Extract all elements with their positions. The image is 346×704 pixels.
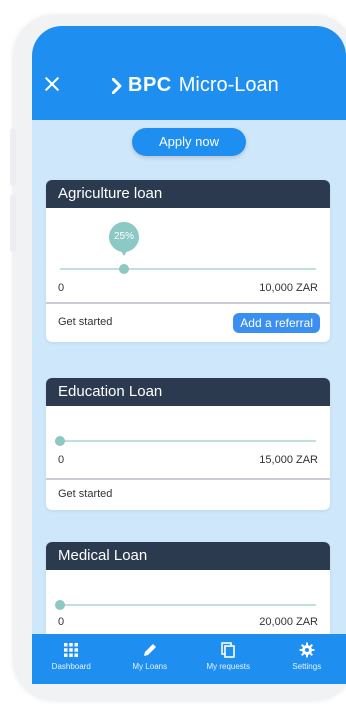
nav-item-my-loans[interactable]: My Loans — [111, 634, 190, 684]
loan-card-agriculture: Agriculture loan 25% 0 10,000 ZAR Get st… — [46, 180, 330, 342]
app-title: Micro-Loan — [178, 74, 279, 96]
phone-side-button — [10, 128, 16, 186]
copy-icon — [221, 642, 236, 658]
slider-thumb[interactable] — [55, 436, 65, 446]
slider-value-bubble: 25% — [109, 222, 139, 256]
slider-min-label: 0 — [58, 454, 65, 466]
slider-max-label: 15,000 ZAR — [259, 454, 318, 466]
loan-slider[interactable]: 25% — [46, 208, 330, 280]
slider-min-label: 0 — [58, 616, 65, 628]
nav-label: Settings — [292, 662, 322, 671]
add-referral-button[interactable]: Add a referral — [233, 313, 320, 333]
brand-name: BPC — [128, 74, 172, 96]
slider-track[interactable] — [60, 604, 316, 606]
nav-item-settings[interactable]: Settings — [268, 634, 346, 684]
loan-card-footer: Get started Add a referral — [46, 304, 330, 342]
loan-card-medical: Medical Loan 0 20,000 ZAR — [46, 542, 330, 640]
chevron-right-icon — [112, 77, 122, 94]
close-icon[interactable] — [42, 74, 62, 94]
loan-card-footer: Get started — [46, 480, 330, 510]
loan-card-title: Education Loan — [46, 378, 330, 406]
app-header: BPC Micro-Loan — [32, 26, 346, 120]
gear-icon — [299, 642, 315, 658]
loan-card-title: Medical Loan — [46, 542, 330, 570]
get-started-link[interactable]: Get started — [58, 316, 112, 328]
brand-logo: BPC Micro-Loan — [112, 74, 279, 97]
slider-range: 0 10,000 ZAR — [46, 280, 330, 302]
app-screen: BPC Micro-Loan Apply now Agriculture loa… — [32, 26, 346, 684]
nav-label: Dashboard — [51, 662, 91, 671]
slider-range: 0 15,000 ZAR — [46, 446, 330, 478]
pencil-icon — [143, 644, 156, 656]
grid-icon — [64, 643, 79, 657]
loan-card-education: Education Loan 0 15,000 ZAR Get started — [46, 378, 330, 510]
loan-slider[interactable] — [46, 570, 330, 610]
nav-label: My requests — [206, 662, 251, 671]
slider-max-label: 20,000 ZAR — [259, 616, 318, 628]
slider-min-label: 0 — [58, 282, 65, 294]
slider-max-label: 10,000 ZAR — [259, 282, 318, 294]
slider-track[interactable] — [60, 440, 316, 442]
loan-card-title: Agriculture loan — [46, 180, 330, 208]
nav-item-my-requests[interactable]: My requests — [189, 634, 268, 684]
loan-slider[interactable] — [46, 406, 330, 446]
apply-now-button[interactable]: Apply now — [132, 128, 246, 156]
phone-side-button — [10, 194, 16, 252]
slider-thumb[interactable] — [119, 264, 129, 274]
get-started-link[interactable]: Get started — [58, 488, 112, 500]
bottom-nav: Dashboard My Loans My requests Settings — [32, 634, 346, 684]
nav-item-dashboard[interactable]: Dashboard — [32, 634, 111, 684]
nav-label: My Loans — [132, 662, 168, 671]
slider-track[interactable] — [60, 268, 316, 270]
